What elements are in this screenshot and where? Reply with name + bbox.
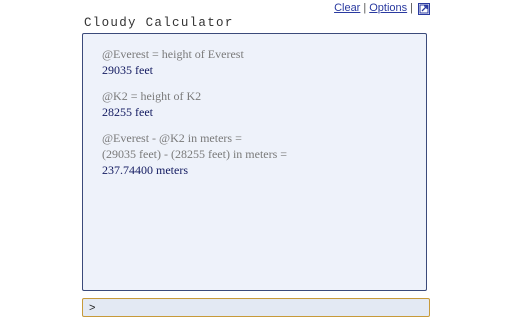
clear-link[interactable]: Clear	[334, 2, 360, 14]
expression-line: @Everest = height of Everest	[102, 47, 244, 61]
output-entry: @Everest = height of Everest 29035 feet	[102, 46, 426, 78]
output-panel: @Everest = height of Everest 29035 feet …	[82, 33, 427, 291]
command-input[interactable]	[99, 299, 429, 316]
result-line: 28255 feet	[102, 105, 153, 119]
prompt-symbol: >	[89, 301, 96, 314]
expression-line: (29035 feet) - (28255 feet) in meters =	[102, 147, 288, 161]
link-separator: |	[410, 2, 413, 14]
options-link[interactable]: Options	[369, 2, 407, 14]
output-entry: @Everest - @K2 in meters = (29035 feet) …	[102, 130, 426, 178]
result-line: 237.74400 meters	[102, 163, 188, 177]
result-line: 29035 feet	[102, 63, 153, 77]
command-input-bar[interactable]: >	[82, 298, 430, 317]
expression-line: @K2 = height of K2	[102, 89, 202, 103]
link-separator: |	[363, 2, 367, 14]
output-entry: @K2 = height of K2 28255 feet	[102, 88, 426, 120]
top-links: Clear | Options |	[334, 2, 430, 15]
app-title: Cloudy Calculator	[84, 16, 234, 30]
popout-icon[interactable]	[418, 3, 430, 15]
expression-line: @Everest - @K2 in meters =	[102, 131, 242, 145]
